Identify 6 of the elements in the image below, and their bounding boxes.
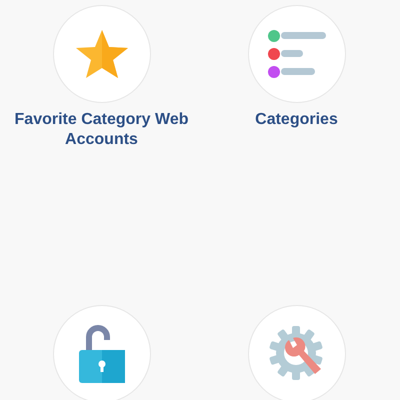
gear-wrench-icon bbox=[268, 326, 324, 382]
list-icon bbox=[266, 29, 326, 79]
star-icon bbox=[74, 29, 128, 79]
tile-label: Favorite Category Web Accounts bbox=[14, 110, 190, 150]
unlocked-padlock-icon bbox=[78, 324, 124, 384]
tile-label: Categories bbox=[254, 110, 339, 130]
